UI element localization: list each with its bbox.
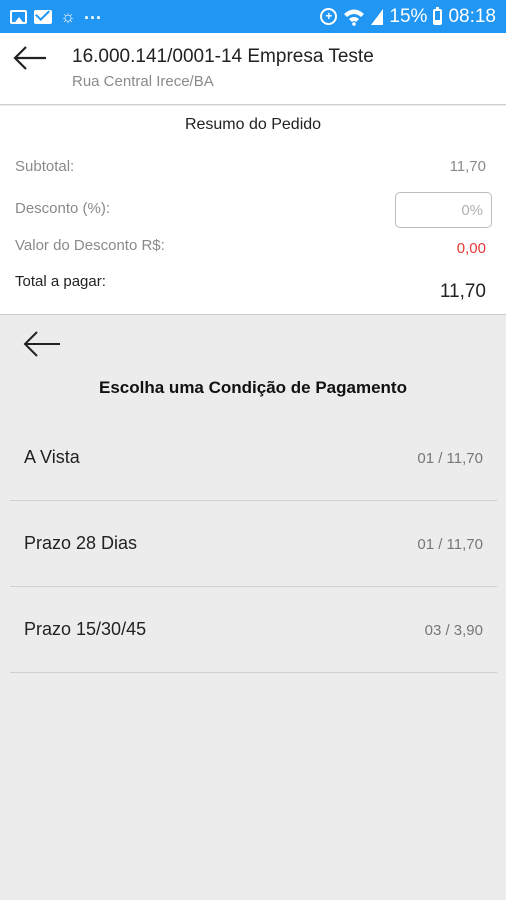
payment-option-prazo-15-30-45[interactable]: Prazo 15/30/45 03 / 3,90 — [10, 587, 497, 673]
payment-option-installments: 01 / 11,70 — [417, 450, 483, 467]
page-title: 16.000.141/0001-14 Empresa Teste — [72, 46, 374, 67]
discount-value-label: Valor do Desconto R$: — [15, 237, 165, 254]
more-notifications-indicator: ... — [84, 3, 103, 23]
discount-input[interactable] — [395, 192, 492, 228]
brightness-icon: ☼ — [60, 6, 76, 26]
battery-percent: 15% — [389, 5, 428, 27]
subtotal-value: 11,70 — [449, 158, 486, 175]
app-header: 16.000.141/0001-14 Empresa Teste Rua Cen… — [0, 33, 506, 105]
discount-label: Desconto (%): — [15, 200, 111, 217]
battery-icon — [433, 6, 443, 25]
total-value: 11,70 — [439, 281, 486, 302]
sheet-back-button[interactable] — [22, 329, 62, 359]
status-bar: ☼ ... + 15% 08:18 — [0, 0, 506, 33]
clock: 08:18 — [448, 5, 496, 27]
payment-sheet-title: Escolha uma Condição de Pagamento — [99, 378, 407, 397]
status-bar-notifications: ☼ ... — [10, 0, 102, 33]
discount-value: 0,00 — [456, 240, 486, 257]
image-icon — [10, 9, 27, 24]
summary-title: Resumo do Pedido — [184, 116, 322, 133]
payment-option-prazo-28-dias[interactable]: Prazo 28 Dias 01 / 11,70 — [10, 501, 497, 587]
payment-option-a-vista[interactable]: A Vista 01 / 11,70 — [10, 415, 497, 501]
wifi-icon — [343, 8, 365, 26]
mail-icon — [34, 9, 52, 24]
page-subtitle: Rua Central Irece/BA — [72, 73, 214, 90]
order-summary: Resumo do Pedido Subtotal: 11,70 Descont… — [0, 106, 506, 314]
total-label: Total a pagar: — [15, 273, 106, 290]
data-saver-icon: + — [320, 8, 338, 25]
payment-option-name: A Vista — [24, 447, 80, 467]
payment-option-name: Prazo 28 Dias — [24, 533, 138, 553]
back-button[interactable] — [12, 45, 48, 71]
status-bar-system: + 15% 08:18 — [320, 0, 496, 33]
payment-option-name: Prazo 15/30/45 — [24, 619, 147, 639]
arrow-left-icon — [13, 46, 46, 70]
payment-option-installments: 03 / 3,90 — [424, 622, 483, 639]
arrow-left-icon — [23, 331, 60, 357]
subtotal-label: Subtotal: — [15, 158, 75, 175]
payment-option-installments: 01 / 11,70 — [417, 536, 483, 553]
payment-condition-sheet: Escolha uma Condição de Pagamento A Vist… — [0, 314, 506, 900]
signal-icon — [371, 8, 384, 25]
